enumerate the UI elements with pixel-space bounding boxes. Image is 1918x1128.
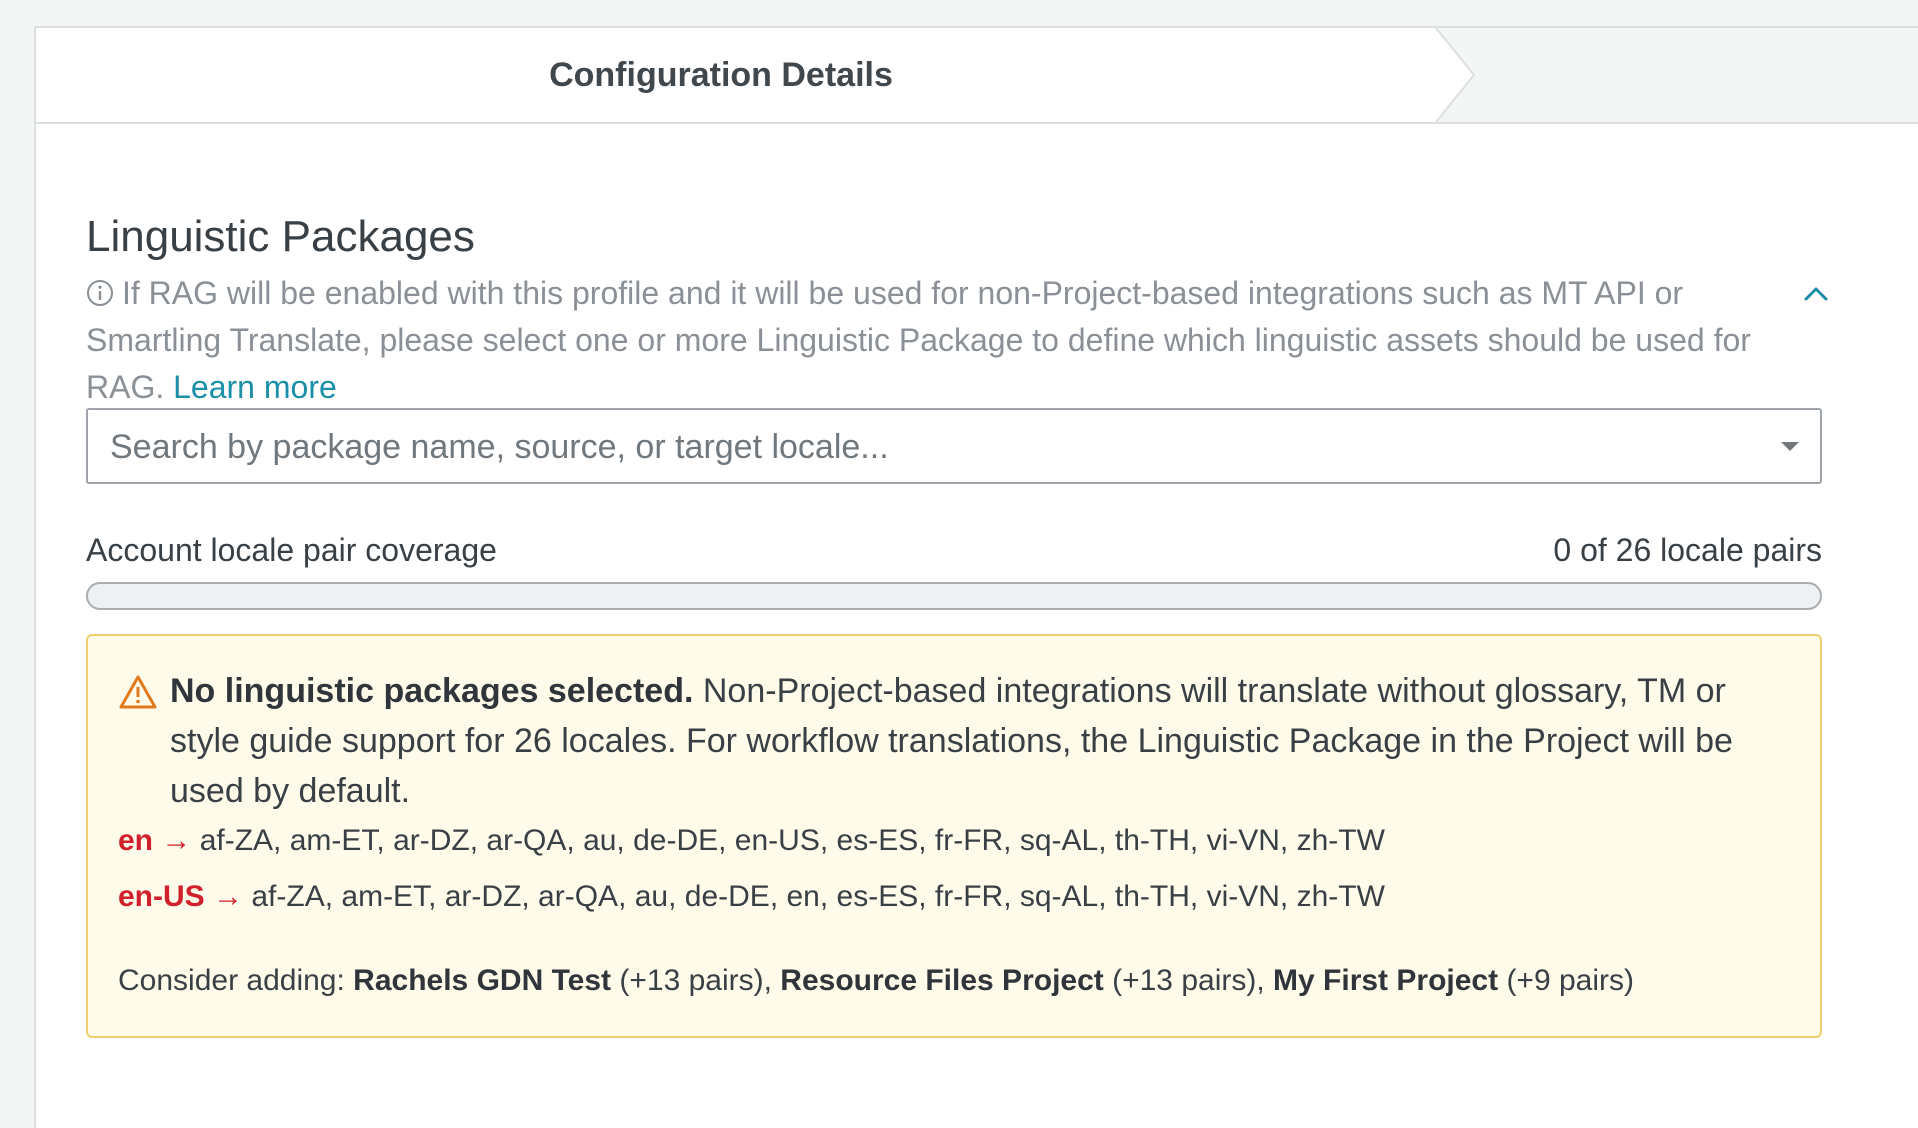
- consider-label: Consider adding:: [118, 964, 345, 997]
- separator: ,: [1256, 964, 1265, 997]
- suggestion-pairs: (+9 pairs): [1506, 964, 1634, 997]
- stepper: Configuration Details: [36, 28, 1918, 124]
- locale-targets: af-ZA, am-ET, ar-DZ, ar-QA, au, de-DE, e…: [251, 880, 1385, 913]
- arrow-right-icon: →: [161, 824, 192, 857]
- info-circle-icon: [87, 280, 113, 306]
- warning-triangle-icon: [119, 675, 157, 709]
- consider-adding: Consider adding: Rachels GDN Test (+13 p…: [118, 964, 1634, 998]
- warning-title: No linguistic packages selected.: [170, 672, 694, 710]
- separator: ,: [763, 964, 772, 997]
- suggestion-name: Resource Files Project: [780, 964, 1104, 997]
- suggestion-name: Rachels GDN Test: [353, 964, 612, 997]
- warning-text: No linguistic packages selected. Non-Pro…: [170, 666, 1790, 816]
- suggestion-name: My First Project: [1273, 964, 1499, 997]
- locale-source: en: [118, 824, 154, 857]
- locale-row: en → af-ZA, am-ET, ar-DZ, ar-QA, au, de-…: [118, 824, 1385, 858]
- package-search-dropdown[interactable]: [86, 408, 1822, 484]
- section-title: Linguistic Packages: [86, 212, 475, 261]
- locale-row: en-US → af-ZA, am-ET, ar-DZ, ar-QA, au, …: [118, 880, 1385, 914]
- coverage-label: Account locale pair coverage: [86, 532, 497, 568]
- learn-more-link[interactable]: Learn more: [173, 369, 337, 405]
- section-description: If RAG will be enabled with this profile…: [86, 270, 1806, 411]
- arrow-right-icon: →: [213, 880, 244, 913]
- chevron-up-icon[interactable]: [1796, 274, 1836, 314]
- coverage-count: 0 of 26 locale pairs: [1553, 532, 1822, 568]
- step-label: Configuration Details: [549, 56, 893, 94]
- locale-targets: af-ZA, am-ET, ar-DZ, ar-QA, au, de-DE, e…: [199, 824, 1385, 857]
- caret-down-icon[interactable]: [1778, 438, 1802, 454]
- package-search-input[interactable]: [108, 410, 1752, 484]
- step-arrow: [1396, 28, 1476, 122]
- coverage-progress-bar: [86, 582, 1822, 610]
- warning-alert: No linguistic packages selected. Non-Pro…: [86, 634, 1822, 1038]
- suggestion-pairs: (+13 pairs): [1112, 964, 1257, 997]
- locale-source: en-US: [118, 880, 205, 913]
- configuration-panel: Configuration Details Linguistic Package…: [34, 26, 1918, 1128]
- suggestion-pairs: (+13 pairs): [619, 964, 764, 997]
